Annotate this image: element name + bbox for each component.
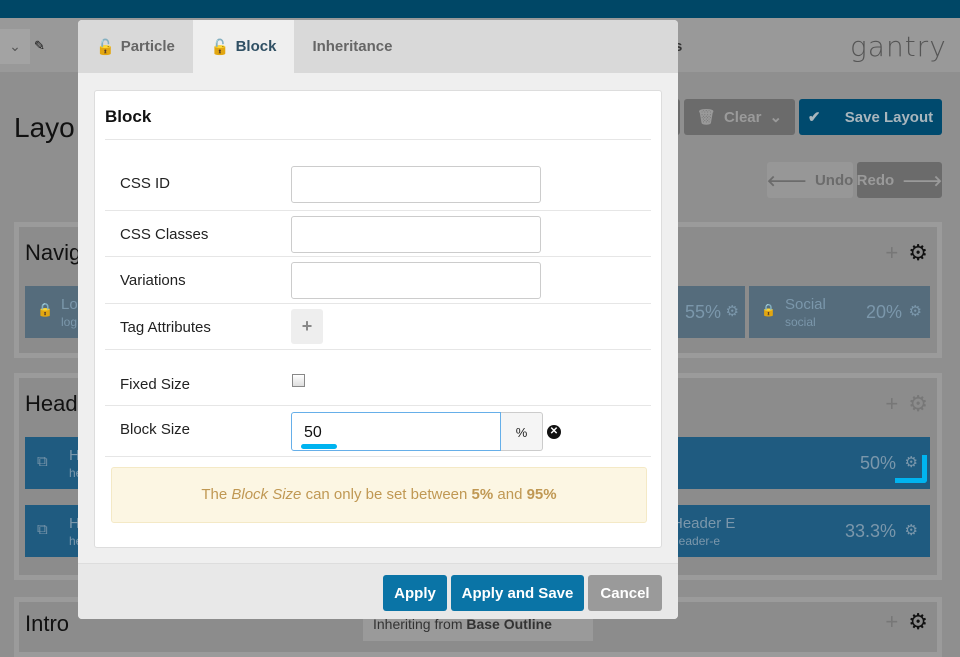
tab-label: Particle [120,38,175,55]
block-size-unit: % [501,412,543,451]
alert-min: 5% [471,486,494,503]
block-name: Header E [672,515,736,532]
add-icon[interactable]: + [885,391,898,417]
card-title: Block [105,107,152,126]
block-size: 20% [865,302,902,322]
tab-block[interactable]: 🔓 Block [192,20,295,73]
add-tag-attribute-button[interactable]: + [291,309,323,344]
apply-and-save-button[interactable]: Apply and Save [451,575,584,611]
alert-text: The [201,486,232,503]
tab-label: Block [235,38,277,55]
gear-icon[interactable]: ⚙ [909,302,922,320]
gear-icon[interactable]: ⚙ [726,302,739,320]
block-size: 55% [684,302,721,322]
undo-label: Undo [814,171,854,189]
css-classes-label: CSS Classes [120,226,209,243]
alert-max: 95% [526,486,557,503]
block-name: Social [785,296,826,313]
add-icon[interactable]: + [885,240,898,266]
page-title: Layo [14,112,75,143]
block-id: log [61,315,78,329]
block-icon: ⧉ [37,453,48,470]
block-card: Block CSS ID CSS Classes Variations Tag … [94,90,662,548]
fixed-size-label: Fixed Size [120,376,191,393]
block-settings-modal: 🔓 Particle 🔓 Block Inheritance Block CSS I… [78,20,678,619]
clear-button[interactable]: 🗑 Clear ⌄ [684,99,795,135]
tab-particle[interactable]: 🔓 Particle [78,20,193,73]
pencil-icon[interactable]: ✎ [34,38,45,54]
variations-input[interactable] [291,262,541,299]
redo-label: Redo [856,171,895,189]
unlock-icon: 🔓 [96,38,115,56]
block-menu[interactable]: 55% ⚙ [678,286,745,338]
cancel-button[interactable]: Cancel [588,575,662,611]
alert-text: and [493,486,527,503]
size-alert: The Block Size can only be set between 5… [111,467,647,523]
reset-size-icon[interactable]: ✕ [547,425,561,439]
alert-text: can only be set between [301,486,472,503]
arrow-right-icon: 🡒 [902,172,943,190]
save-layout-label: Save Layout [844,108,934,126]
block-size-label: Block Size [120,421,191,438]
modal-footer: Apply Apply and Save Cancel [78,563,678,619]
check-icon: ✔ [807,109,821,126]
variations-label: Variations [120,272,186,289]
block-id: header-e [672,534,721,548]
gear-icon[interactable]: ⚙ [905,521,918,539]
top-bar [0,0,960,18]
block-size: 33.3% [844,521,896,541]
undo-button[interactable]: 🡐 Undo [767,162,853,198]
tab-inheritance[interactable]: Inheritance [294,20,410,73]
block-logo[interactable]: 🔒 Lo log [25,286,85,338]
modal-tabs: 🔓 Particle 🔓 Block Inheritance [78,20,678,73]
css-id-label: CSS ID [120,175,171,192]
gear-icon[interactable]: ⚙ [908,240,928,266]
section-title: Intro [25,611,70,636]
gantry-logo: gantry [850,30,947,63]
css-id-input[interactable] [291,166,541,203]
tag-attributes-label: Tag Attributes [120,319,211,336]
block-icon: ⧉ [37,521,48,538]
section-title: Head [25,391,78,416]
add-icon[interactable]: + [885,609,898,635]
gear-icon[interactable]: ⚙ [908,609,928,635]
lock-icon: 🔒 [761,303,776,317]
clear-label: Clear [723,108,762,126]
save-layout-button[interactable]: ✔ Save Layout [799,99,942,135]
trash-icon: 🗑 [696,109,716,126]
resize-highlight [895,455,927,483]
lock-icon: 🔒 [37,302,54,317]
gear-icon[interactable]: ⚙ [908,391,928,417]
unlock-icon: 🔓 [210,38,230,56]
redo-button[interactable]: Redo 🡒 [857,162,942,198]
section-title: Navig [25,240,82,265]
css-classes-input[interactable] [291,216,541,253]
chevron-down-icon[interactable]: ⌄ [0,29,30,64]
block-id: social [785,315,816,329]
input-highlight [301,444,337,449]
fixed-size-checkbox[interactable] [292,374,305,387]
chevron-down-icon: ⌄ [769,109,783,126]
arrow-left-icon: 🡐 [766,172,807,190]
block-size: 50% [859,453,896,473]
tab-label: Inheritance [312,38,393,55]
block-social[interactable]: 🔒 Social social 20% ⚙ [749,286,930,338]
apply-button[interactable]: Apply [383,575,447,611]
block-name: Lo [61,296,78,313]
alert-em: Block Size [231,486,302,503]
